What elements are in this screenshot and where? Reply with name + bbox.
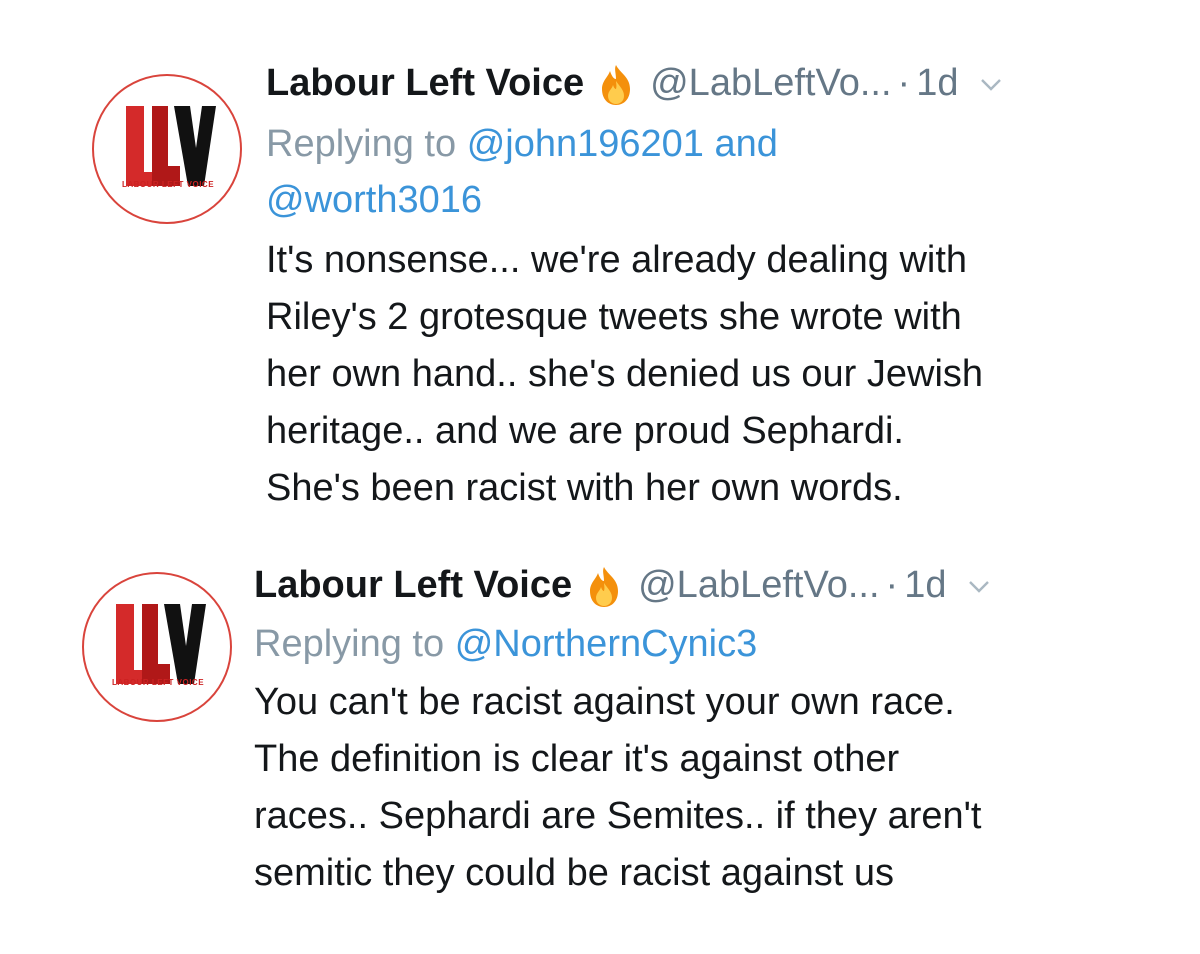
replying-to-label: Replying to xyxy=(266,123,457,165)
llv-logo-icon xyxy=(116,604,206,684)
replying-to: Replying to @john196201 and @worth3016 xyxy=(266,116,1126,228)
llv-logo-icon xyxy=(126,106,216,186)
avatar[interactable]: LABOUR LEFT VOICE xyxy=(82,572,232,722)
author-name[interactable]: Labour Left Voice xyxy=(266,62,584,105)
mention-link[interactable]: @NorthernCynic3 xyxy=(455,623,758,665)
tweet-text: It's nonsense... we're already dealing w… xyxy=(266,239,984,509)
author-name[interactable]: Labour Left Voice xyxy=(254,564,572,607)
tweet-content: Labour Left Voice @LabLeftVo... · 1d Rep… xyxy=(266,58,1126,517)
timestamp[interactable]: 1d xyxy=(904,564,946,607)
chevron-down-icon[interactable] xyxy=(968,580,990,594)
replying-to-label: Replying to xyxy=(254,623,445,665)
tweet-text: You can't be racist against your own rac… xyxy=(254,681,982,894)
avatar-caption: LABOUR LEFT VOICE xyxy=(121,180,215,189)
tweet-header: Labour Left Voice @LabLeftVo... · 1d xyxy=(266,58,1126,108)
avatar[interactable]: LABOUR LEFT VOICE xyxy=(92,74,242,224)
tweet-header: Labour Left Voice @LabLeftVo... · 1d xyxy=(254,560,1114,610)
separator: · xyxy=(885,563,899,606)
mention-link[interactable]: @john196201 xyxy=(467,123,704,165)
mention-conjunction: and xyxy=(714,123,778,165)
tweet-content: Labour Left Voice @LabLeftVo... · 1d Rep… xyxy=(254,560,1114,902)
mention-link[interactable]: @worth3016 xyxy=(266,179,482,221)
replying-to: Replying to @NorthernCynic3 xyxy=(254,616,1114,672)
separator: · xyxy=(897,61,911,104)
fire-icon xyxy=(602,65,631,105)
fire-icon xyxy=(590,567,619,607)
timestamp[interactable]: 1d xyxy=(916,62,958,105)
author-handle[interactable]: @LabLeftVo... xyxy=(650,62,891,105)
avatar-caption: LABOUR LEFT VOICE xyxy=(111,678,205,687)
author-handle[interactable]: @LabLeftVo... xyxy=(638,564,879,607)
chevron-down-icon[interactable] xyxy=(980,78,1002,92)
